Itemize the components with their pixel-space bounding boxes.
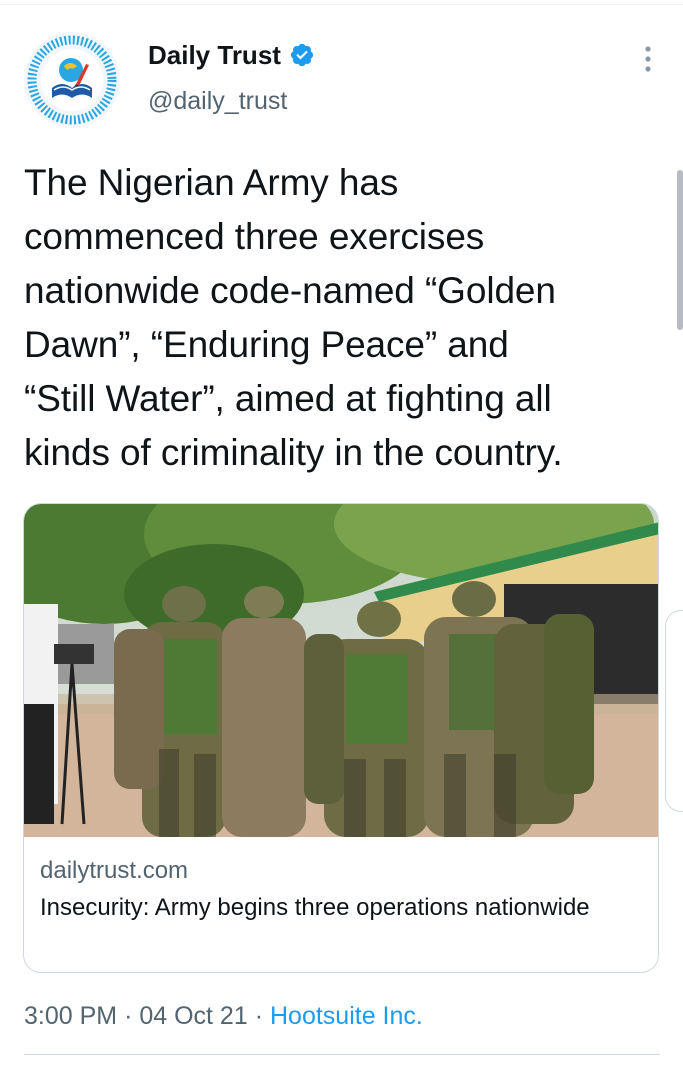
daily-trust-logo — [24, 32, 120, 128]
card-meta: dailytrust.com Insecurity: Army begins t… — [24, 837, 658, 926]
card-title: Insecurity: Army begins three operations… — [40, 894, 590, 921]
verified-badge-icon — [289, 42, 315, 68]
link-card[interactable]: dailytrust.com Insecurity: Army begins t… — [23, 503, 659, 973]
user-handle[interactable]: @daily_trust — [148, 85, 287, 117]
top-divider — [0, 4, 683, 5]
more-vertical-icon[interactable] — [643, 44, 653, 74]
tweet-text: The Nigerian Army has commenced three ex… — [24, 162, 563, 473]
adjacent-card-edge — [665, 610, 683, 812]
card-domain: dailytrust.com — [40, 857, 189, 884]
tweet-date[interactable]: 04 Oct 21 — [139, 1002, 247, 1030]
tweet-meta: 3:00 PM · 04 Oct 21 · Hootsuite Inc. — [24, 998, 423, 1034]
display-name[interactable]: Daily Trust — [148, 38, 315, 72]
meta-separator: · — [254, 1002, 264, 1030]
tweet: Daily Trust @daily_trust The Nigerian Ar… — [0, 0, 683, 1073]
avatar[interactable] — [24, 32, 120, 128]
meta-separator: · — [124, 1002, 133, 1030]
scrollbar[interactable] — [677, 170, 683, 330]
tweet-time[interactable]: 3:00 PM — [24, 1002, 117, 1030]
bottom-divider — [24, 1054, 660, 1055]
display-name-text: Daily Trust — [148, 40, 281, 70]
tweet-source-link[interactable]: Hootsuite Inc. — [270, 1002, 423, 1030]
card-image — [24, 504, 658, 837]
